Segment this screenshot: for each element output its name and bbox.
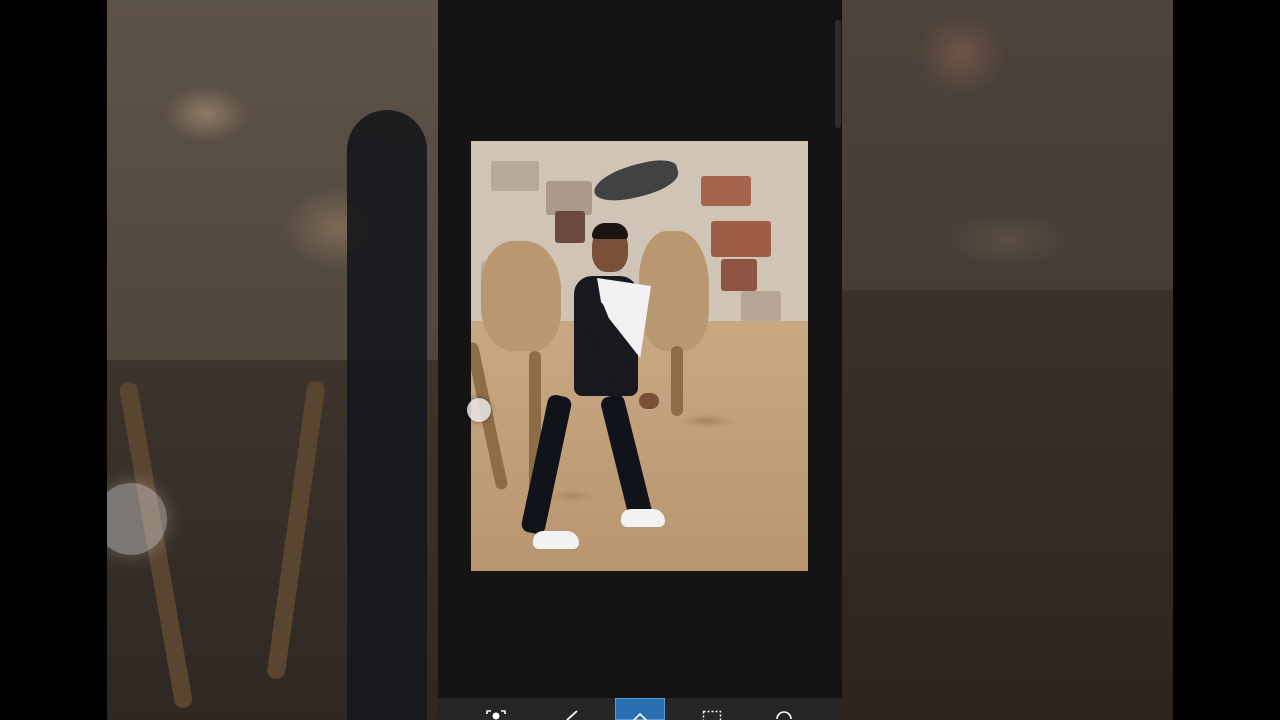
stone-window bbox=[555, 211, 585, 243]
scrollbar-thumb[interactable] bbox=[835, 20, 841, 128]
backdrop-person-silhouette bbox=[347, 110, 427, 720]
camel-leg bbox=[671, 346, 683, 416]
stone bbox=[711, 221, 771, 257]
person-hair bbox=[592, 223, 628, 239]
tool-eraser[interactable] bbox=[615, 698, 665, 720]
video-frame bbox=[0, 0, 1280, 720]
camel-left bbox=[481, 241, 561, 351]
editor-screen bbox=[438, 0, 842, 720]
tool-undo-history[interactable] bbox=[759, 698, 809, 720]
person-shoe bbox=[533, 531, 579, 549]
right-blurred-backdrop bbox=[842, 0, 1173, 720]
undo-history-icon bbox=[776, 711, 792, 720]
marquee-select-icon bbox=[702, 710, 722, 720]
stone bbox=[721, 259, 757, 291]
tool-person-select[interactable] bbox=[471, 698, 521, 720]
backdrop-wall bbox=[842, 0, 1173, 300]
person-select-icon bbox=[486, 710, 506, 720]
backdrop-ground bbox=[842, 290, 1173, 720]
person-shoe bbox=[621, 509, 665, 527]
person-hand bbox=[639, 393, 659, 409]
photo-canvas[interactable] bbox=[471, 141, 808, 571]
sand-ground-layer bbox=[471, 321, 808, 571]
stone bbox=[701, 176, 751, 206]
brush-icon bbox=[566, 710, 578, 720]
left-blurred-backdrop bbox=[107, 0, 438, 720]
bottom-toolbar bbox=[438, 698, 842, 720]
tool-brush[interactable] bbox=[548, 698, 598, 720]
stone bbox=[741, 291, 781, 321]
eraser-icon bbox=[632, 712, 648, 720]
stone bbox=[546, 181, 592, 215]
canvas-drag-handle[interactable] bbox=[467, 398, 491, 422]
stone bbox=[491, 161, 539, 191]
tool-marquee-select[interactable] bbox=[687, 698, 737, 720]
